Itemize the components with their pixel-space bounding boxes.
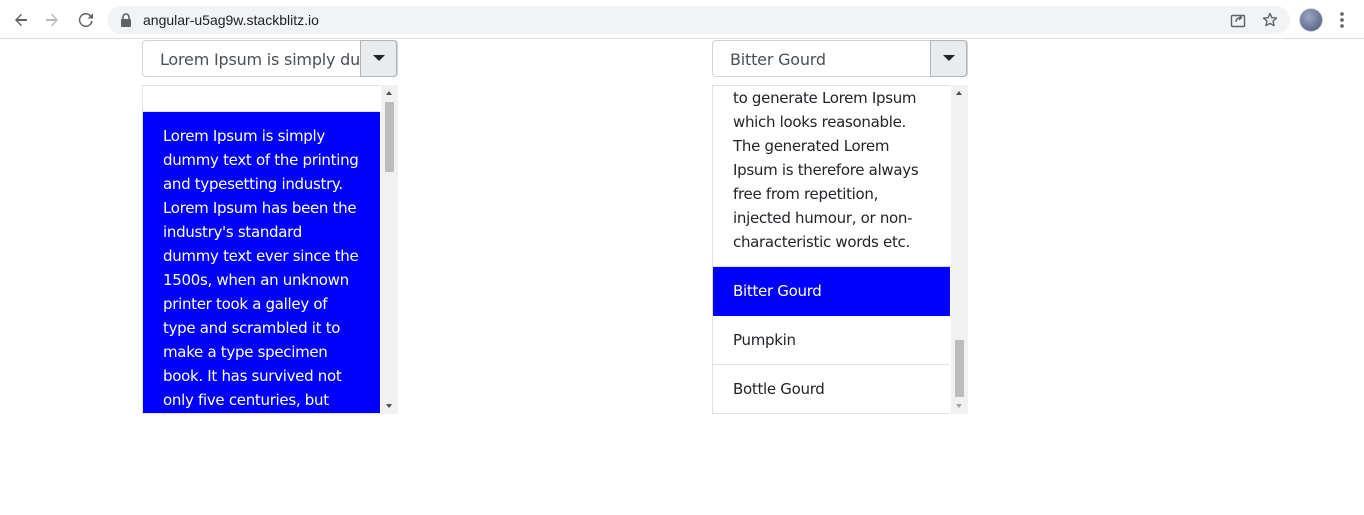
- left-dropdown-panel: Lorem Ipsum is simply dummy text of the …: [142, 85, 398, 414]
- list-item-selected[interactable]: Bitter Gourd: [713, 267, 950, 316]
- share-icon[interactable]: [1229, 11, 1247, 29]
- caret-down-icon: [943, 55, 955, 61]
- reload-icon: [78, 12, 93, 27]
- right-scrollbar[interactable]: [951, 85, 968, 414]
- kebab-menu-icon[interactable]: [1334, 10, 1350, 30]
- scroll-down-icon[interactable]: [386, 404, 392, 408]
- browser-toolbar: angular-u5ag9w.stackblitz.io: [0, 0, 1364, 39]
- scroll-thumb[interactable]: [385, 102, 394, 172]
- arrow-left-icon: [15, 13, 27, 27]
- scroll-down-icon[interactable]: [956, 404, 962, 408]
- list-item-selected[interactable]: Lorem Ipsum is simply dummy text of the …: [143, 112, 380, 413]
- bookmark-star-icon[interactable]: [1261, 11, 1279, 29]
- list-item[interactable]: to generate Lorem Ipsum which looks reas…: [713, 86, 950, 267]
- left-select[interactable]: Lorem Ipsum is simply dummy text of the …: [142, 40, 398, 77]
- right-option-list: to generate Lorem Ipsum which looks reas…: [712, 85, 950, 414]
- right-select-toggle-button[interactable]: [930, 40, 967, 77]
- address-bar[interactable]: angular-u5ag9w.stackblitz.io: [107, 6, 1290, 34]
- back-button[interactable]: [9, 8, 33, 32]
- arrow-right-icon: [46, 13, 58, 27]
- url-text: angular-u5ag9w.stackblitz.io: [143, 12, 319, 28]
- reload-button[interactable]: [74, 8, 98, 32]
- right-dropdown-panel: to generate Lorem Ipsum which looks reas…: [712, 85, 968, 414]
- list-item[interactable]: [143, 86, 380, 112]
- right-select-value: Bitter Gourd: [730, 50, 826, 69]
- scroll-thumb[interactable]: [955, 340, 964, 397]
- right-select[interactable]: Bitter Gourd: [712, 40, 968, 77]
- left-option-list: Lorem Ipsum is simply dummy text of the …: [142, 85, 380, 414]
- scroll-up-icon[interactable]: [386, 91, 392, 95]
- caret-down-icon: [373, 55, 385, 61]
- left-select-toggle-button[interactable]: [360, 40, 397, 77]
- left-scrollbar[interactable]: [381, 85, 398, 414]
- scroll-up-icon[interactable]: [956, 91, 962, 95]
- profile-avatar[interactable]: [1299, 8, 1323, 32]
- left-select-value: Lorem Ipsum is simply dummy text of the …: [160, 50, 360, 69]
- lock-icon: [121, 13, 131, 27]
- forward-button[interactable]: [40, 8, 64, 32]
- list-item[interactable]: Pumpkin: [713, 316, 950, 365]
- list-item[interactable]: Bottle Gourd: [713, 365, 950, 413]
